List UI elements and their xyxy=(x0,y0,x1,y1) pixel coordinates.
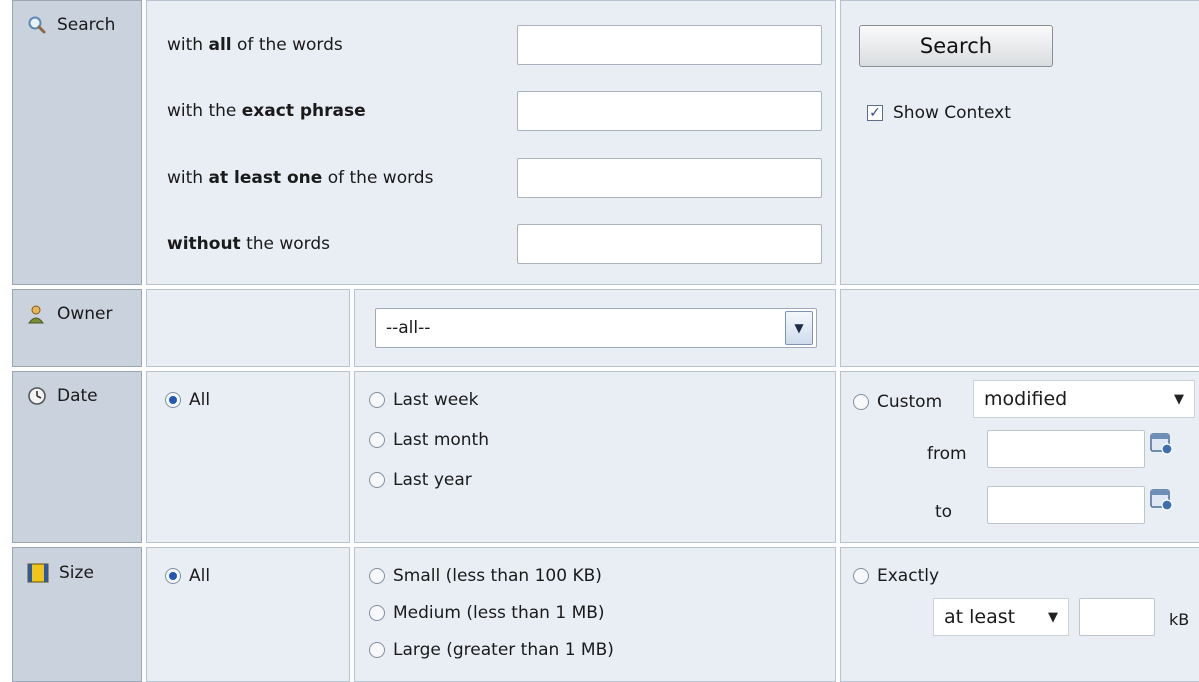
calendar-icon[interactable] xyxy=(1149,430,1175,456)
search-label-cell: Search xyxy=(12,0,142,285)
size-exactly-option[interactable]: Exactly xyxy=(853,566,939,586)
owner-select-cell: --all-- ▼ xyxy=(354,289,836,367)
dropdown-arrow-icon: ▼ xyxy=(1174,391,1184,407)
size-all-option[interactable]: All xyxy=(165,566,210,586)
size-unit-label: kB xyxy=(1169,610,1190,629)
size-medium-option[interactable]: Medium (less than 1 MB) xyxy=(369,603,605,623)
date-custom-option[interactable]: Custom xyxy=(853,392,942,412)
without-words-row: without the words xyxy=(167,224,822,264)
date-label: Date xyxy=(57,386,98,406)
search-actions-cell: Search ✓ Show Context xyxy=(840,0,1199,285)
date-to-label: to xyxy=(935,502,953,522)
size-large-radio[interactable] xyxy=(369,642,385,658)
date-field-select[interactable]: modified ▼ xyxy=(973,380,1195,418)
search-button[interactable]: Search xyxy=(859,25,1053,67)
date-last-month-option[interactable]: Last month xyxy=(369,430,489,450)
any-words-row: with at least one of the words xyxy=(167,158,822,198)
size-value-input[interactable] xyxy=(1079,598,1155,636)
date-all-radio[interactable] xyxy=(165,392,181,408)
date-last-year-radio[interactable] xyxy=(369,472,385,488)
size-presets-cell: Small (less than 100 KB) Medium (less th… xyxy=(354,547,836,682)
size-label-cell: Size xyxy=(12,547,142,682)
date-all-cell: All xyxy=(146,371,350,543)
date-custom-cell: Custom modified ▼ from to xyxy=(840,371,1199,543)
date-from-input[interactable] xyxy=(987,430,1145,468)
chevron-down-icon[interactable]: ▼ xyxy=(785,311,813,345)
owner-spacer-cell xyxy=(146,289,350,367)
advanced-search-form: Search with all of the words with the ex… xyxy=(12,0,1199,682)
owner-label: Owner xyxy=(57,304,113,324)
show-context-label: Show Context xyxy=(893,103,1011,123)
date-from-label: from xyxy=(927,444,967,464)
size-small-option[interactable]: Small (less than 100 KB) xyxy=(369,566,602,586)
date-last-week-option[interactable]: Last week xyxy=(369,390,478,410)
size-medium-radio[interactable] xyxy=(369,605,385,621)
date-to-input[interactable] xyxy=(987,486,1145,524)
date-presets-cell: Last week Last month Last year xyxy=(354,371,836,543)
magnifier-icon xyxy=(28,16,46,34)
calendar-icon[interactable] xyxy=(1149,486,1175,512)
date-custom-radio[interactable] xyxy=(853,394,869,410)
dropdown-arrow-icon: ▼ xyxy=(1048,609,1058,625)
size-exactly-radio[interactable] xyxy=(853,568,869,584)
date-all-option[interactable]: All xyxy=(165,390,210,410)
size-label: Size xyxy=(59,563,94,583)
all-words-row: with all of the words xyxy=(167,25,822,65)
clock-icon xyxy=(28,387,46,405)
search-label: Search xyxy=(57,15,116,35)
owner-select-value: --all-- xyxy=(386,318,431,338)
size-exact-cell: Exactly at least ▼ kB xyxy=(840,547,1199,682)
date-last-month-radio[interactable] xyxy=(369,432,385,448)
exact-phrase-input[interactable] xyxy=(517,91,822,131)
size-all-radio[interactable] xyxy=(165,568,181,584)
any-words-input[interactable] xyxy=(517,158,822,198)
all-words-input[interactable] xyxy=(517,25,822,65)
size-icon xyxy=(27,563,49,583)
date-last-year-option[interactable]: Last year xyxy=(369,470,472,490)
date-last-week-radio[interactable] xyxy=(369,392,385,408)
date-label-cell: Date xyxy=(12,371,142,543)
exact-phrase-row: with the exact phrase xyxy=(167,91,822,131)
word-criteria-cell: with all of the words with the exact phr… xyxy=(146,0,836,285)
without-words-input[interactable] xyxy=(517,224,822,264)
size-small-radio[interactable] xyxy=(369,568,385,584)
owner-label-cell: Owner xyxy=(12,289,142,367)
size-large-option[interactable]: Large (greater than 1 MB) xyxy=(369,640,614,660)
owner-select[interactable]: --all-- ▼ xyxy=(375,308,817,348)
show-context-checkbox[interactable]: ✓ xyxy=(867,105,883,121)
owner-empty-cell xyxy=(840,289,1199,367)
size-comparator-select[interactable]: at least ▼ xyxy=(933,598,1069,636)
user-icon xyxy=(28,305,44,324)
show-context-row: ✓ Show Context xyxy=(867,103,1011,123)
size-all-cell: All xyxy=(146,547,350,682)
